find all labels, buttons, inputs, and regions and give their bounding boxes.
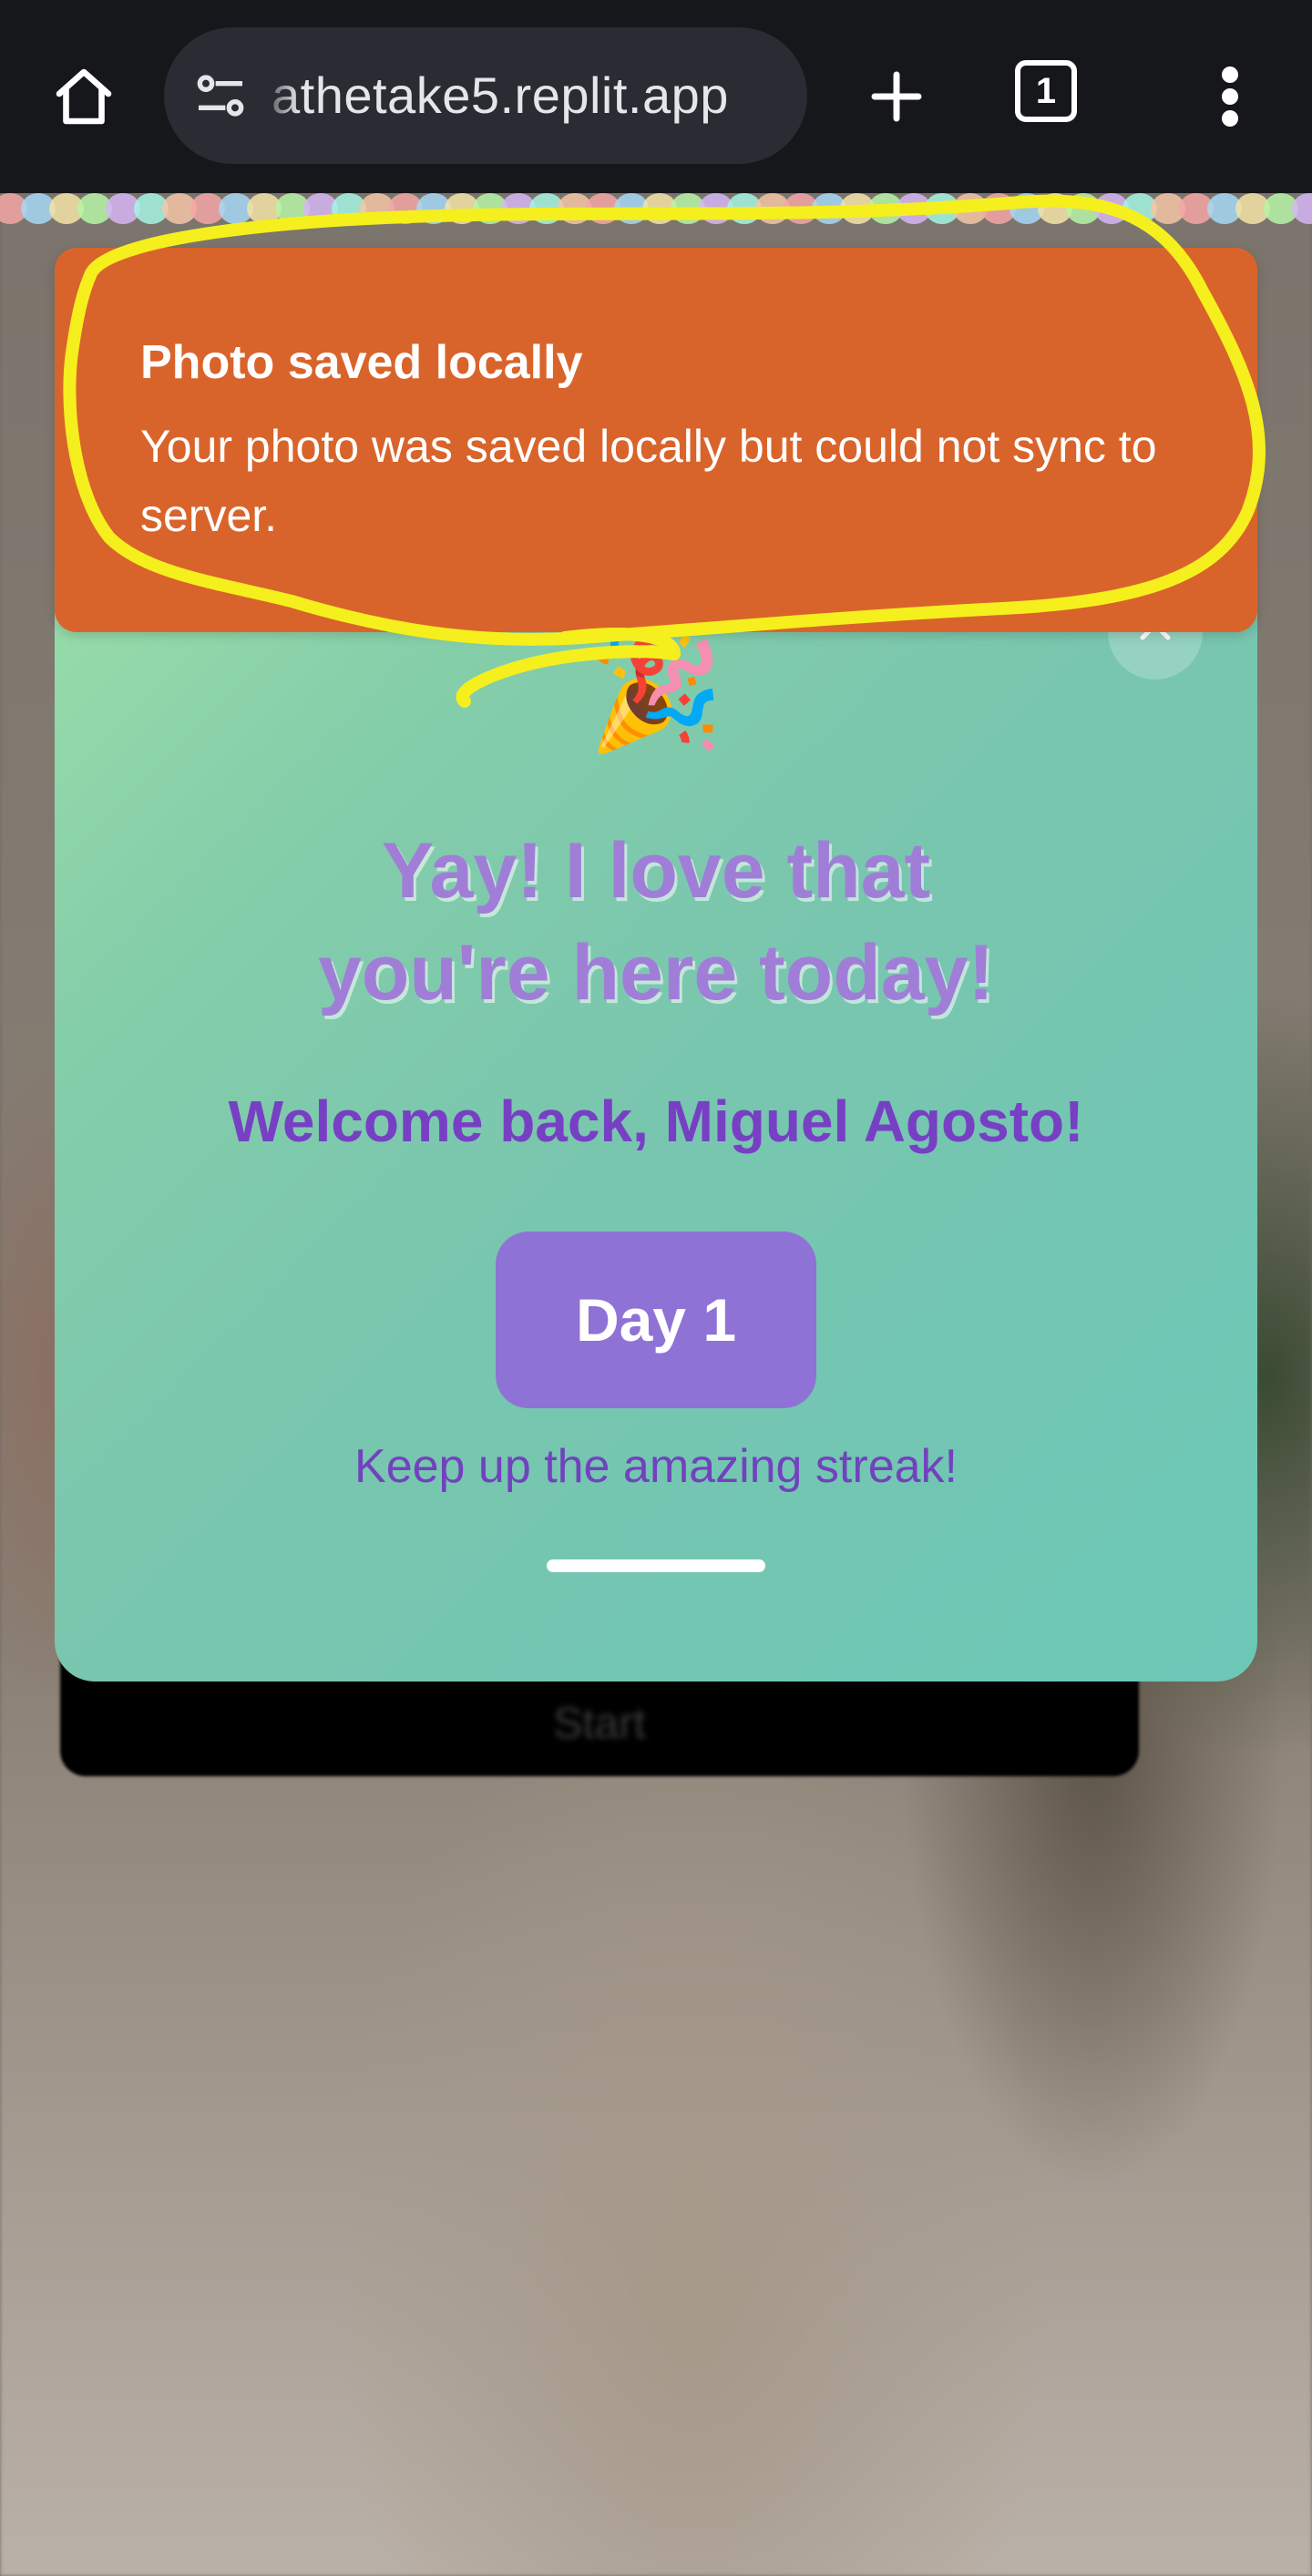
browser-toolbar: athetake5.replit.app 1 <box>0 0 1312 193</box>
new-tab-button[interactable] <box>847 47 946 146</box>
toast-message: Your photo was saved locally but could n… <box>140 421 1157 541</box>
url-fade <box>259 46 299 146</box>
modal-headline: Yay! I love that you're here today! <box>109 820 1203 1024</box>
more-vert-icon <box>1222 66 1238 127</box>
background-start-label: Start <box>553 1700 646 1748</box>
party-popper-icon: 🎉 <box>588 633 724 755</box>
headline-line-2: you're here today! <box>317 929 995 1017</box>
streak-message: Keep up the amazing streak! <box>354 1440 958 1493</box>
tab-switcher-button[interactable]: 1 <box>1015 60 1077 122</box>
home-icon <box>56 68 112 125</box>
plus-icon <box>871 71 922 122</box>
confetti-dot <box>1292 193 1312 224</box>
site-settings-icon[interactable] <box>191 66 250 125</box>
tab-count: 1 <box>1035 70 1057 111</box>
welcome-message: Welcome back, Miguel Agosto! <box>228 1089 1084 1154</box>
home-button[interactable] <box>36 47 131 146</box>
headline-line-1: Yay! I love that <box>381 827 931 915</box>
day-streak-badge: Day 1 <box>496 1232 816 1408</box>
drag-handle[interactable] <box>547 1559 765 1572</box>
address-bar[interactable]: athetake5.replit.app <box>164 27 807 164</box>
url-text: athetake5.replit.app <box>272 66 729 124</box>
browser-menu-button[interactable] <box>1194 47 1266 146</box>
confetti-strip <box>0 193 1312 224</box>
toast-notification[interactable]: Photo saved locally Your photo was saved… <box>55 248 1257 632</box>
toast-title: Photo saved locally <box>140 336 583 389</box>
